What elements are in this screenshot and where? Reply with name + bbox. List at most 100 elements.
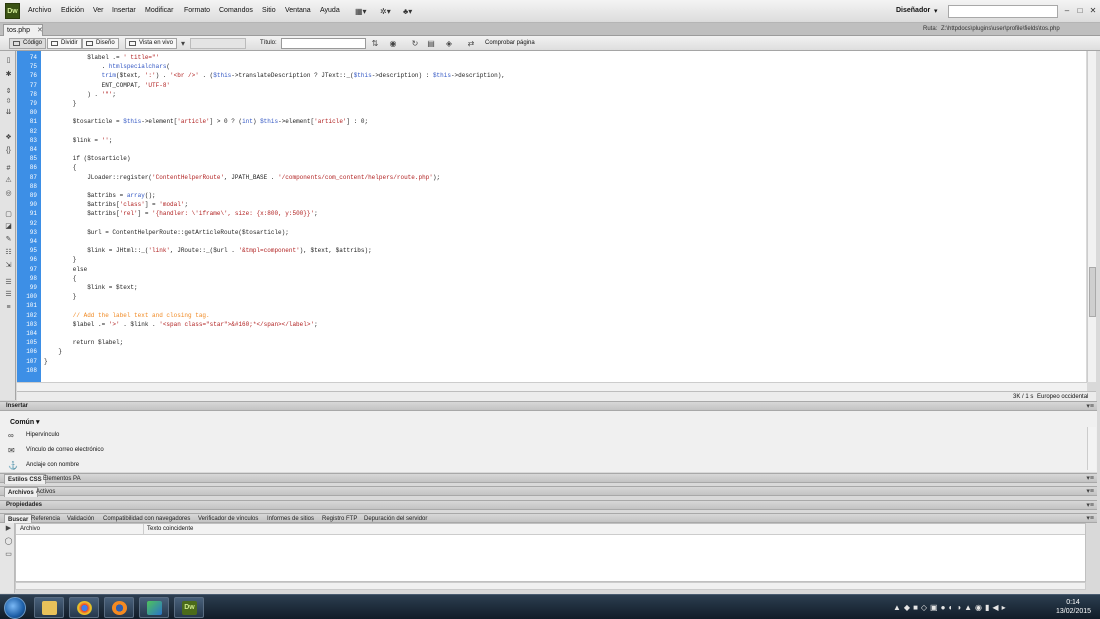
code-line[interactable]: } — [44, 347, 62, 356]
select-parent-tag-icon[interactable]: ❖ — [4, 134, 13, 142]
split-view-button[interactable]: Dividir — [47, 38, 82, 49]
panel-menu-icon[interactable]: ▾≡ — [1086, 402, 1094, 411]
menu-archivo[interactable]: Archivo — [28, 7, 51, 14]
code-line[interactable]: if ($tosarticle) — [44, 154, 131, 163]
code-line[interactable]: // Add the label text and closing tag. — [44, 311, 210, 320]
editor-vertical-scrollbar[interactable] — [1087, 51, 1096, 382]
menu-ventana[interactable]: Ventana — [285, 7, 311, 14]
help-search-input[interactable] — [948, 5, 1058, 18]
code-line[interactable]: JLoader::register('ContentHelperRoute', … — [44, 173, 440, 182]
preview-browser-icon[interactable]: ◉ — [388, 39, 398, 48]
menu-formato[interactable]: Formato — [184, 7, 210, 14]
line-numbers-icon[interactable]: # — [4, 165, 13, 173]
code-editor[interactable]: $label .= ' title="' . htmlspecialchars(… — [41, 51, 1086, 382]
insert-hyperlink[interactable]: Hipervínculo — [26, 432, 59, 438]
editor-horizontal-scrollbar[interactable] — [17, 382, 1087, 391]
minimize-icon[interactable]: – — [1062, 6, 1072, 16]
collapse-tag-icon[interactable]: ⇕ — [4, 88, 13, 96]
site-icon[interactable]: ♣▾ — [403, 7, 412, 16]
title-input[interactable] — [281, 38, 366, 49]
code-line[interactable]: } — [44, 255, 77, 264]
code-line[interactable]: else — [44, 265, 87, 274]
code-line[interactable]: $tosarticle = $this->element['article'] … — [44, 117, 368, 126]
code-line[interactable]: $attribs['rel'] = '{handler: \'iframe\',… — [44, 209, 317, 218]
file-management-icon[interactable]: ⇅ — [370, 39, 380, 48]
indent-icon[interactable]: ☰ — [4, 279, 13, 287]
check-page-button[interactable]: Comprobar página — [485, 40, 535, 46]
taskbar-chrome[interactable] — [69, 597, 99, 618]
code-line[interactable]: $label .= '>' . $link . '<span class="st… — [44, 320, 318, 329]
chevron-down-icon[interactable]: ▾ — [934, 7, 938, 15]
menu-comandos[interactable]: Comandos — [219, 7, 253, 14]
remove-comment-icon[interactable]: ◪ — [4, 223, 13, 231]
start-button[interactable] — [4, 597, 26, 619]
menu-ver[interactable]: Ver — [93, 7, 104, 14]
code-line[interactable]: } — [44, 99, 77, 108]
code-line[interactable]: $link = $text; — [44, 283, 137, 292]
close-tab-icon[interactable]: ✕ — [37, 25, 43, 36]
validate-icon[interactable]: ⇄ — [466, 39, 476, 48]
panel-menu-icon[interactable]: ▾≡ — [1086, 474, 1094, 483]
taskbar-network[interactable] — [139, 597, 169, 618]
code-view-button[interactable]: Código — [9, 38, 47, 49]
workspace-switcher[interactable]: Diseñador — [896, 7, 930, 14]
code-line[interactable]: ENT_COMPAT, 'UTF-8' — [44, 81, 170, 90]
menu-edicion[interactable]: Edición — [61, 7, 84, 14]
gear-icon[interactable]: ✲▾ — [380, 7, 391, 16]
insert-named-anchor[interactable]: Anclaje con nombre — [26, 462, 79, 468]
visual-aids-icon[interactable]: ◈ — [444, 39, 454, 48]
view-options-icon[interactable]: ▤ — [426, 39, 436, 48]
outdent-icon[interactable]: ☰ — [4, 291, 13, 299]
results-horizontal-scrollbar[interactable] — [15, 582, 1086, 590]
format-source-icon[interactable]: ≡ — [4, 304, 13, 312]
code-line[interactable]: $attribs['class'] = 'modal'; — [44, 200, 188, 209]
open-documents-icon[interactable]: ▯ — [4, 57, 13, 65]
stop-icon[interactable]: ◯ — [4, 538, 13, 546]
menu-modificar[interactable]: Modificar — [145, 7, 173, 14]
code-line[interactable]: $link = JHtml::_('link', JRoute::_($url … — [44, 246, 371, 255]
scrollbar-thumb[interactable] — [1089, 267, 1096, 317]
play-icon[interactable]: ▶ — [4, 525, 13, 533]
wrap-tag-icon[interactable]: ✎ — [4, 236, 13, 244]
refresh-icon[interactable]: ↻ — [410, 39, 420, 48]
code-line[interactable]: { — [44, 274, 77, 283]
menu-insertar[interactable]: Insertar — [112, 7, 136, 14]
menu-sitio[interactable]: Sitio — [262, 7, 276, 14]
live-view-button[interactable]: Vista en vivo — [125, 38, 177, 49]
system-tray-icons[interactable]: ▲◆■◇▣●◐◑▲◉▮◀▸ — [893, 603, 1009, 612]
code-line[interactable]: $label .= ' title="' — [44, 53, 159, 62]
save-report-icon[interactable]: ▭ — [4, 551, 13, 559]
tab-document[interactable]: tos.php ✕ — [3, 24, 43, 36]
insert-panel-scrollbar[interactable] — [1087, 427, 1096, 470]
code-line[interactable]: } — [44, 292, 77, 301]
insert-email-link[interactable]: Vínculo de correo electrónico — [26, 447, 104, 453]
code-line[interactable]: $link = ''; — [44, 136, 113, 145]
menu-ayuda[interactable]: Ayuda — [320, 7, 340, 14]
panel-menu-icon[interactable]: ▾≡ — [1086, 514, 1094, 523]
column-matching-text[interactable]: Texto coincidente — [147, 526, 193, 532]
panel-menu-icon[interactable]: ▾≡ — [1086, 501, 1094, 510]
code-line[interactable]: $url = ContentHelperRoute::getArticleRou… — [44, 228, 289, 237]
code-line[interactable]: { — [44, 163, 77, 172]
chevron-down-icon[interactable]: ▾ — [178, 39, 188, 48]
taskbar-dreamweaver[interactable]: Dw — [174, 597, 204, 618]
code-line[interactable]: $attribs = array(); — [44, 191, 155, 200]
column-file[interactable]: Archivo — [20, 526, 40, 532]
design-view-button[interactable]: Diseño — [82, 38, 119, 49]
recent-snippets-icon[interactable]: ☷ — [4, 249, 13, 257]
tab-ap-elements[interactable]: Elementos PA — [40, 474, 84, 484]
show-code-navigator-icon[interactable]: ✱ — [4, 71, 13, 79]
taskbar-firefox[interactable] — [104, 597, 134, 618]
close-icon[interactable]: ✕ — [1088, 6, 1098, 16]
maximize-icon[interactable]: □ — [1075, 6, 1085, 16]
layout-icon[interactable]: ▦▾ — [355, 7, 367, 16]
tab-assets[interactable]: Activos — [33, 487, 58, 497]
code-line[interactable]: return $label; — [44, 338, 123, 347]
column-divider[interactable] — [143, 524, 144, 535]
properties-panel-header[interactable]: Propiedades ▾≡ — [0, 500, 1097, 510]
collapse-selection-icon[interactable]: ⇳ — [4, 98, 13, 106]
move-css-icon[interactable]: ⇲ — [4, 262, 13, 270]
expand-all-icon[interactable]: ⇊ — [4, 109, 13, 117]
code-line[interactable]: ) . '"'; — [44, 90, 116, 99]
taskbar-clock[interactable]: 0:14 13/02/2015 — [1056, 598, 1091, 616]
